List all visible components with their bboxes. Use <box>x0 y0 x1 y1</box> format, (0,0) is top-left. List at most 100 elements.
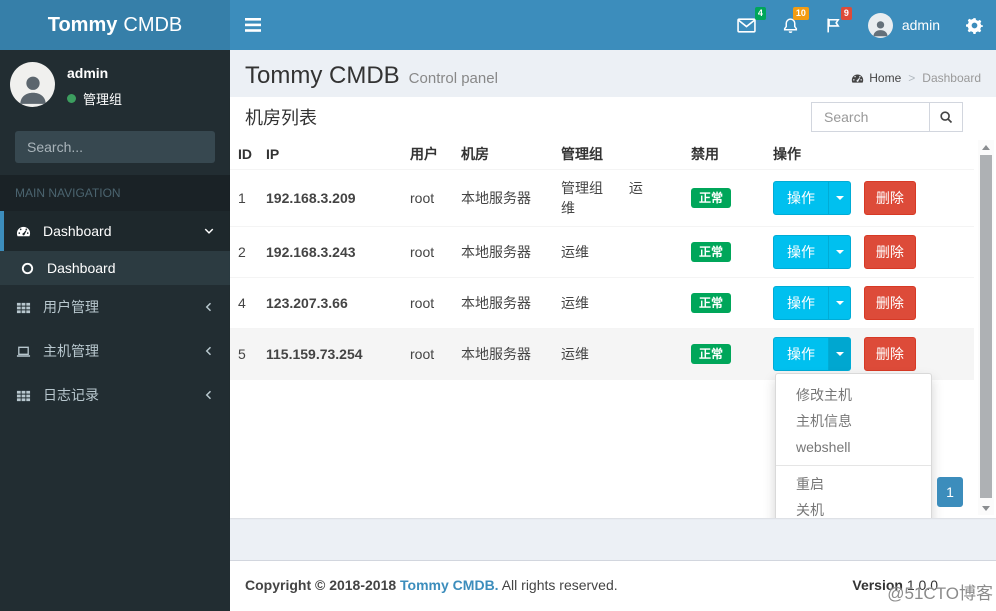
col-header-ip: IP <box>258 139 402 170</box>
dropdown-item-edit-host[interactable]: 修改主机 <box>776 382 931 408</box>
chevron-left-icon <box>203 345 215 357</box>
sidebar-subitem-label: Dashboard <box>47 260 116 276</box>
top-navbar: 4 10 9 admin <box>230 0 996 50</box>
cell-ip: 115.159.73.254 <box>258 329 402 380</box>
cell-id: 2 <box>230 227 258 278</box>
page-title: Tommy CMDB Control panel <box>245 62 498 90</box>
table-scrollbar[interactable] <box>978 140 994 515</box>
app-logo-bold: Tommy <box>48 14 118 37</box>
cell-ip: 123.207.3.66 <box>258 278 402 329</box>
scrollbar-down-arrow[interactable] <box>978 501 994 515</box>
dashboard-icon <box>16 224 43 239</box>
cell-status: 正常 <box>683 278 765 329</box>
main-sidebar: admin 管理组 MAIN NAVIGATION Dashboard <box>0 50 230 611</box>
sidebar-user-status[interactable]: 管理组 <box>67 89 122 108</box>
sidebar-item-dashboard[interactable]: Dashboard <box>0 211 230 251</box>
user-menu[interactable]: admin <box>855 0 953 50</box>
search-icon <box>939 110 953 124</box>
sidebar-search-input[interactable] <box>15 131 215 163</box>
breadcrumb-home-link[interactable]: Home <box>851 71 901 85</box>
sidebar-toggle-button[interactable] <box>230 0 276 50</box>
table-header-row: ID IP 用户 机房 管理组 禁用 操作 <box>230 139 974 170</box>
hamburger-icon <box>245 18 261 32</box>
cell-groups: 运维 <box>553 227 683 278</box>
dropdown-item-host-info[interactable]: 主机信息 <box>776 408 931 434</box>
table-search-input[interactable] <box>811 102 929 132</box>
cell-room: 本地服务器 <box>453 278 553 329</box>
action-dropdown-menu: 修改主机 主机信息 webshell 重启 关机 <box>775 373 932 518</box>
sidebar-item-user-management[interactable]: 用户管理 <box>0 285 230 329</box>
action-caret-button[interactable] <box>829 337 851 371</box>
sidebar-user-avatar <box>10 62 55 107</box>
table-search-group <box>811 102 963 132</box>
pagination-page-1[interactable]: 1 <box>937 477 963 507</box>
tasks-menu[interactable]: 9 <box>812 0 855 50</box>
app-logo-rest: CMDB <box>123 14 182 37</box>
table-search-button[interactable] <box>929 102 963 132</box>
page-subtitle: Control panel <box>409 70 498 87</box>
cell-status: 正常 <box>683 170 765 227</box>
cell-user: root <box>402 278 453 329</box>
dropdown-item-shutdown[interactable]: 关机 <box>776 497 931 518</box>
action-caret-button[interactable] <box>829 235 851 269</box>
notifications-count-badge: 10 <box>793 7 809 20</box>
footer-copyright: Copyright © 2018-2018 Tommy CMDB. All ri… <box>245 577 618 593</box>
delete-button[interactable]: 删除 <box>864 337 916 371</box>
sidebar-subitem-dashboard[interactable]: Dashboard <box>0 251 230 285</box>
control-sidebar-toggle[interactable] <box>953 0 996 50</box>
delete-button[interactable]: 删除 <box>864 181 916 215</box>
laptop-icon <box>16 344 43 359</box>
notifications-menu[interactable]: 10 <box>769 0 812 50</box>
dropdown-item-webshell[interactable]: webshell <box>776 434 931 460</box>
breadcrumb-separator: > <box>908 71 915 85</box>
group-tag: 运维 <box>561 244 589 260</box>
caret-down-icon <box>836 250 844 254</box>
col-header-disabled: 禁用 <box>683 139 765 170</box>
col-header-room: 机房 <box>453 139 553 170</box>
cell-status: 正常 <box>683 227 765 278</box>
table-row: 1 192.168.3.209 root 本地服务器 管理组 运维 正常 操作 <box>230 170 974 227</box>
col-header-user: 用户 <box>402 139 453 170</box>
messages-menu[interactable]: 4 <box>724 0 769 50</box>
main-footer: Copyright © 2018-2018 Tommy CMDB. All ri… <box>230 560 996 611</box>
status-badge: 正常 <box>691 293 731 313</box>
sidebar-item-log-records[interactable]: 日志记录 <box>0 373 230 417</box>
breadcrumb-current: Dashboard <box>922 71 981 85</box>
sidebar-item-label: Dashboard <box>43 223 112 239</box>
col-header-actions: 操作 <box>765 139 974 170</box>
cell-room: 本地服务器 <box>453 170 553 227</box>
footer-rights-text: All rights reserved. <box>502 577 618 593</box>
action-button[interactable]: 操作 <box>773 181 829 215</box>
action-caret-button[interactable] <box>829 181 851 215</box>
sidebar-item-label: 用户管理 <box>43 297 99 317</box>
sidebar-item-label: 主机管理 <box>43 341 99 361</box>
scrollbar-up-arrow[interactable] <box>978 140 994 154</box>
navbar-right-menu: 4 10 9 admin <box>724 0 996 50</box>
action-button[interactable]: 操作 <box>773 286 829 320</box>
footer-version: Version 1.0.0 <box>852 577 938 593</box>
table-row: 2 192.168.3.243 root 本地服务器 运维 正常 操作 <box>230 227 974 278</box>
delete-button[interactable]: 删除 <box>864 235 916 269</box>
chevron-left-icon <box>203 301 215 313</box>
action-caret-button[interactable] <box>829 286 851 320</box>
action-button[interactable]: 操作 <box>773 337 829 371</box>
footer-brand-link[interactable]: Tommy CMDB. <box>400 577 499 593</box>
table-grid-icon <box>16 388 43 403</box>
group-tag: 管理组 <box>561 180 603 196</box>
cell-status: 正常 <box>683 329 765 380</box>
app-logo[interactable]: Tommy CMDB <box>0 0 230 50</box>
box-header: 机房列表 <box>230 97 996 137</box>
sidebar-item-host-management[interactable]: 主机管理 <box>0 329 230 373</box>
cell-groups: 运维 <box>553 278 683 329</box>
navbar-username: admin <box>902 17 940 33</box>
delete-button[interactable]: 删除 <box>864 286 916 320</box>
cell-actions: 操作 删除 <box>765 227 974 278</box>
col-header-group: 管理组 <box>553 139 683 170</box>
cell-id: 1 <box>230 170 258 227</box>
tasks-count-badge: 9 <box>841 7 852 20</box>
status-badge: 正常 <box>691 344 731 364</box>
scrollbar-thumb[interactable] <box>980 155 992 498</box>
dropdown-item-reboot[interactable]: 重启 <box>776 471 931 497</box>
action-button[interactable]: 操作 <box>773 235 829 269</box>
cell-actions: 操作 删除 <box>765 329 974 380</box>
